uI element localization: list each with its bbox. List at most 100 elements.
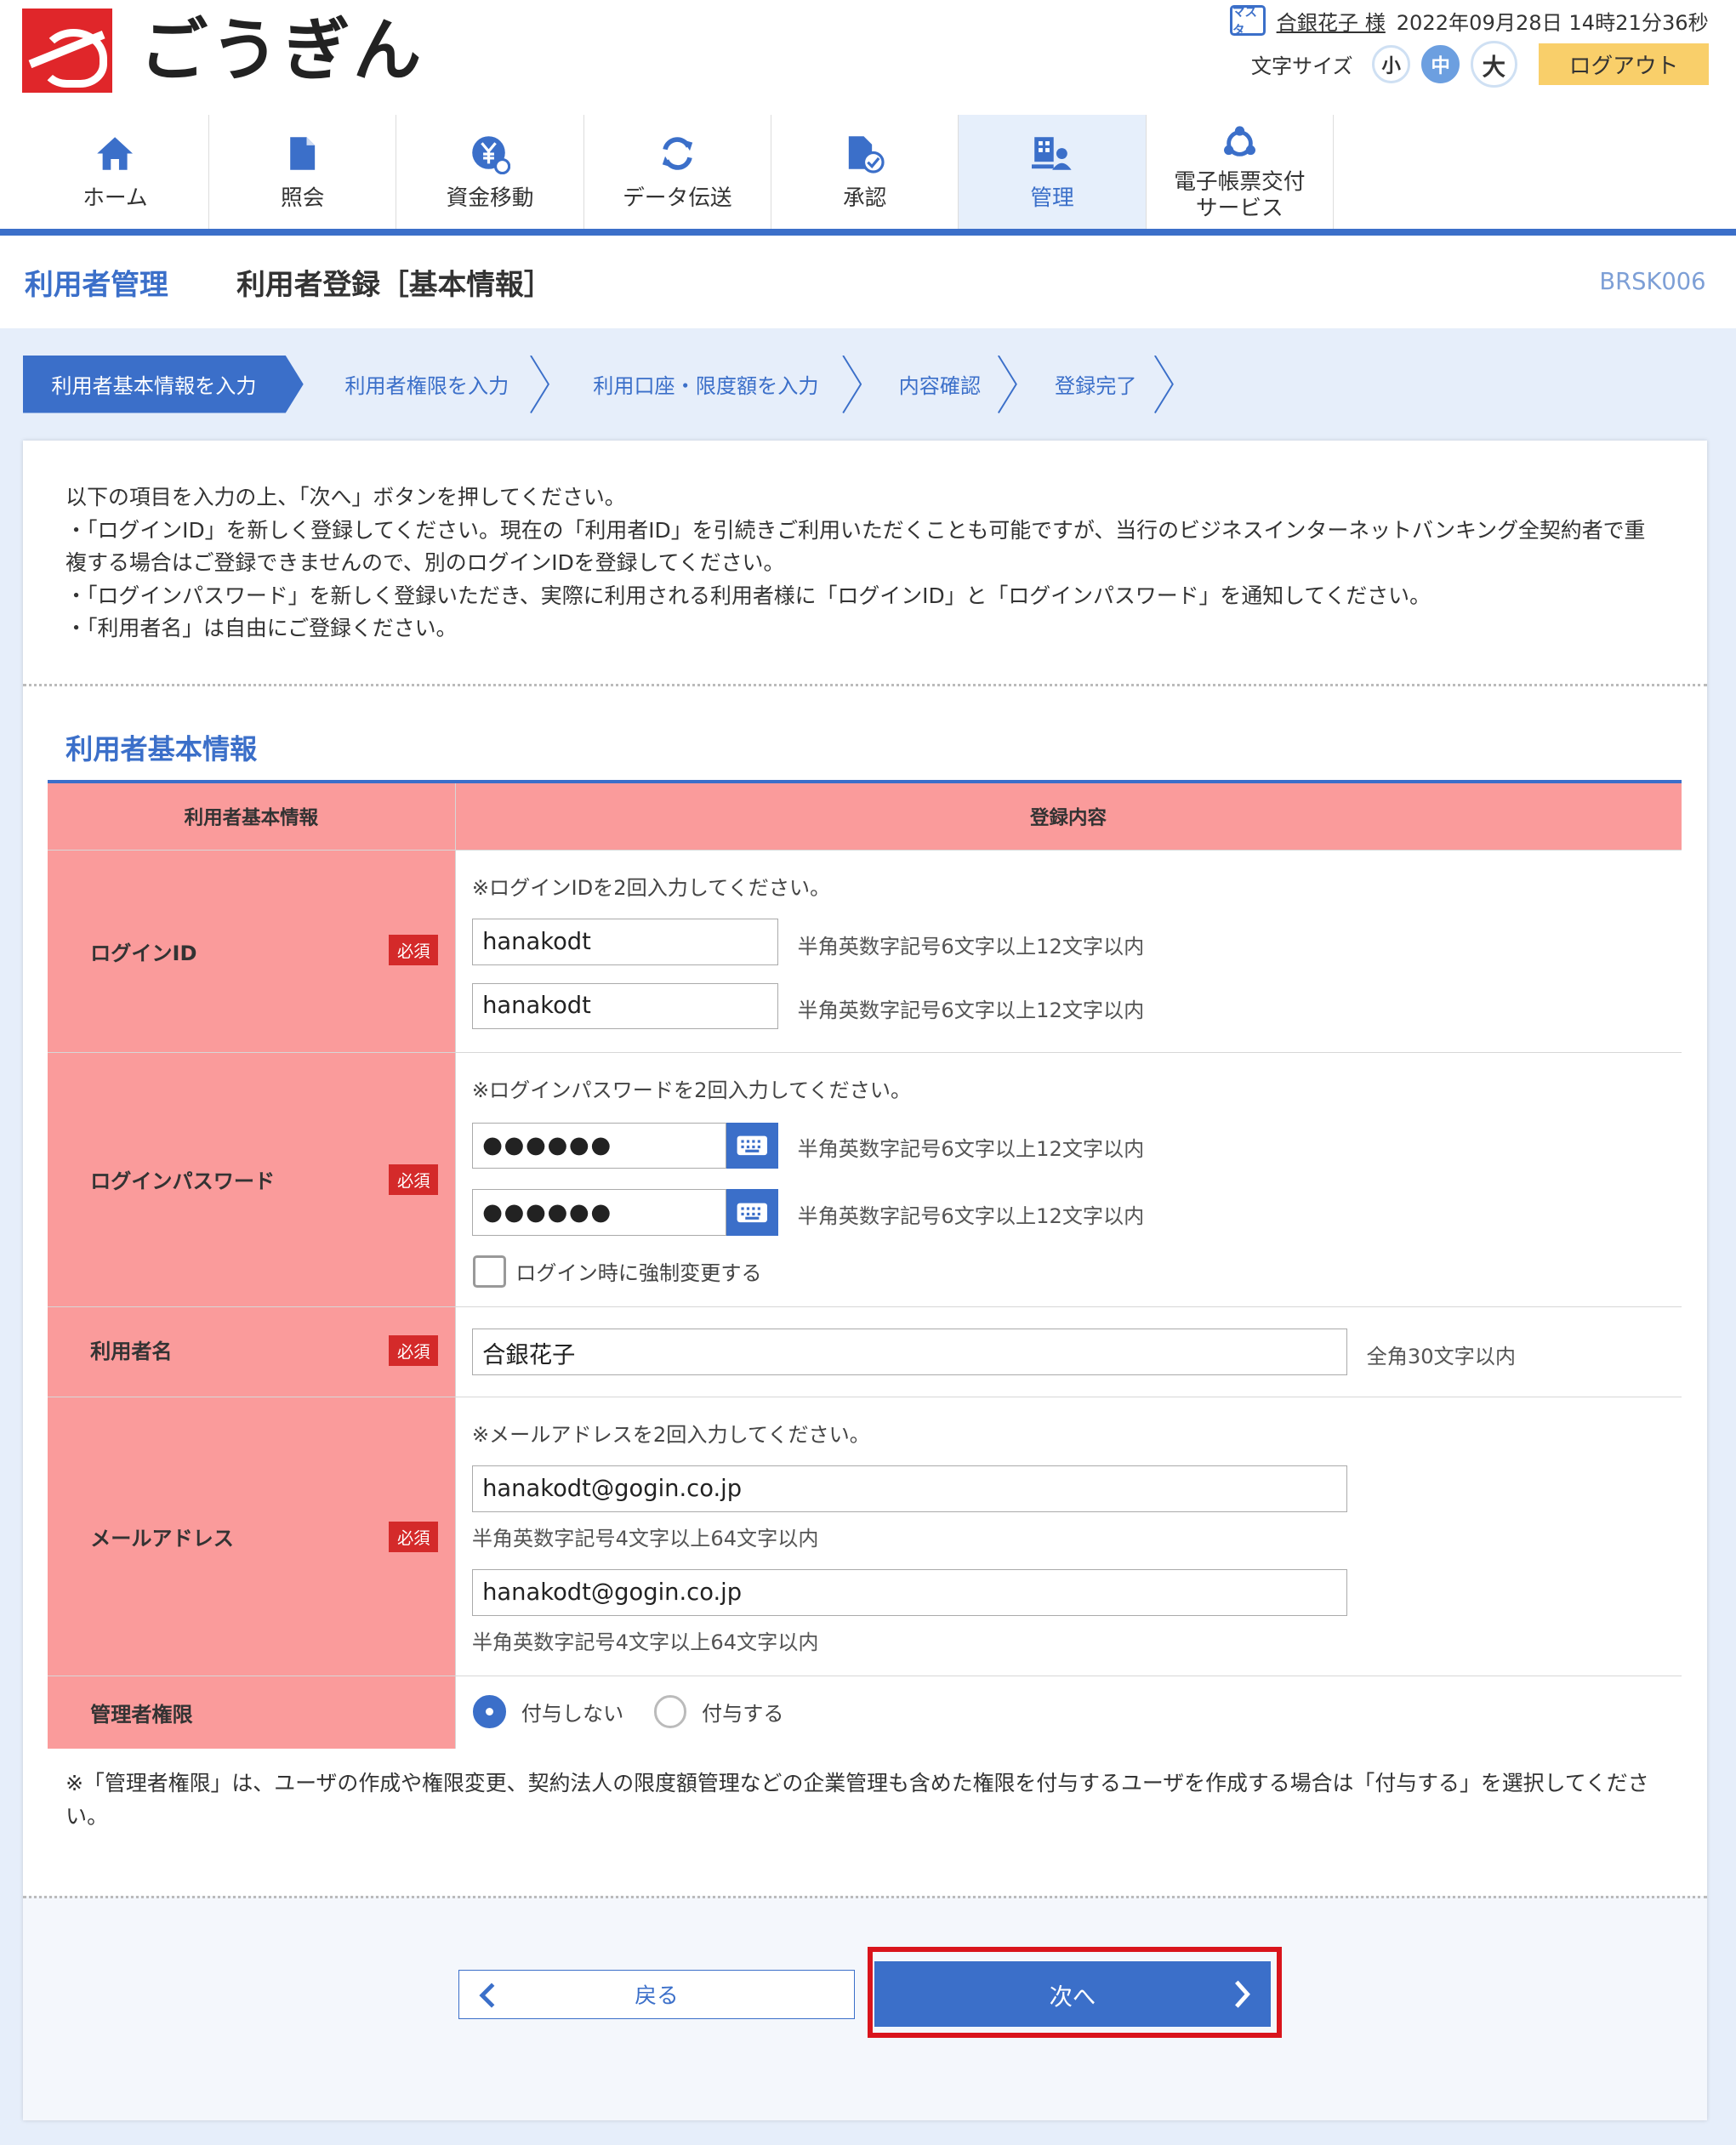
document-check-icon [845, 134, 885, 174]
nav-inquiry[interactable]: 照会 [209, 115, 397, 230]
user-name-link[interactable]: 合銀花子 様 [1277, 6, 1386, 36]
step-label: 利用者基本情報を入力 [51, 374, 257, 399]
keyboard-icon [737, 1135, 768, 1156]
field-label: 管理者権限 [48, 1676, 456, 1750]
nav-data-transmission[interactable]: データ伝送 [584, 115, 772, 230]
nav-fund-transfer[interactable]: 資金移動 [396, 115, 584, 230]
instruction-line: ・「利用者名」は自由にご登録ください。 [65, 616, 458, 641]
password-label: ログインパスワード [90, 1169, 276, 1194]
password-cell: ※ログインパスワードを2回入力してください。 ●●●●●● 半角英数字記号6文字… [456, 1053, 1682, 1306]
password-hint: 半角英数字記号6文字以上12文字以内 [797, 1136, 1145, 1161]
main-nav: ホーム 照会 資金移動 データ伝送 承認 管理 電子帳票交付 サービス [22, 115, 1736, 230]
instruction-line: ・「ログインID」を新しく登録してください。現在の「利用者ID」を引続きご利用い… [65, 517, 1646, 576]
document-icon [282, 134, 323, 174]
step-1-active: 利用者基本情報を入力 [23, 356, 305, 413]
table-header-left: 利用者基本情報 [48, 782, 456, 850]
nav-e-document-service[interactable]: 電子帳票交付 サービス [1147, 115, 1335, 230]
font-size-small-button[interactable]: 小 [1372, 45, 1411, 84]
nav-label-line1: 電子帳票交付 [1174, 169, 1306, 196]
software-keyboard-button[interactable] [726, 1189, 779, 1237]
login-id-confirm-input[interactable]: hanakodt [471, 982, 779, 1030]
page-title: 利用者登録［基本情報］ [236, 267, 553, 301]
nav-home[interactable]: ホーム [22, 115, 210, 230]
next-button-label: 次へ [1049, 1983, 1096, 2011]
admin-permission-row: 管理者権限 付与しない 付与する [48, 1676, 1682, 1750]
back-button-label: 戻る [635, 1983, 679, 2010]
user-name-cell: 合銀花子 全角30文字以内 [456, 1307, 1682, 1397]
nav-label: ホーム [83, 185, 148, 211]
font-size-label: 文字サイズ [1250, 54, 1353, 79]
admin-yes-radio[interactable] [653, 1695, 687, 1728]
login-id-note: ※ログインIDを2回入力してください。 [471, 875, 831, 900]
login-datetime: 2022年09月28日 14時21分36秒 [1396, 10, 1709, 35]
required-badge: 必須 [389, 1522, 439, 1552]
password-row: ログインパスワード 必須 ※ログインパスワードを2回入力してください。 ●●●●… [48, 1052, 1682, 1307]
form-section-title: 利用者基本情報 [65, 732, 258, 765]
force-change-checkbox[interactable] [473, 1255, 507, 1289]
chevron-left-icon [478, 1982, 498, 2015]
field-label: 利用者名 必須 [48, 1306, 456, 1397]
app-root: ごうぎん マスタ 合銀花子 様 2022年09月28日 14時21分36秒 文字… [0, 0, 1736, 2145]
login-id-label: ログインID [90, 941, 197, 965]
required-badge: 必須 [389, 1164, 439, 1195]
password-confirm-hint: 半角英数字記号6文字以上12文字以内 [797, 1203, 1145, 1228]
header: ごうぎん マスタ 合銀花子 様 2022年09月28日 14時21分36秒 文字… [0, 0, 1736, 115]
nav-management[interactable]: 管理 [959, 115, 1147, 230]
step-label: 登録完了 [1054, 374, 1137, 399]
home-icon [94, 134, 135, 174]
progress-steps: 利用者基本情報を入力 利用者権限を入力 利用口座・限度額を入力 内容確認 登録完… [23, 356, 1174, 413]
page-title-bar: 利用者管理 利用者登録［基本情報］ BRSK006 [0, 235, 1736, 328]
email-input[interactable]: hanakodt@gogin.co.jp [471, 1465, 1348, 1512]
nav-label: 電子帳票交付 サービス [1174, 169, 1305, 221]
field-label: ログインID 必須 [48, 850, 456, 1052]
user-name-input[interactable]: 合銀花子 [471, 1329, 1348, 1376]
instructions: 以下の項目を入力の上、「次へ」ボタンを押してください。 ・「ログインID」を新し… [65, 481, 1666, 646]
email-confirm-hint: 半角英数字記号4文字以上64文字以内 [471, 1630, 819, 1655]
email-row: メールアドレス 必須 ※メールアドレスを2回入力してください。 hanakodt… [48, 1397, 1682, 1676]
chevron-right-icon [1232, 1979, 1252, 2015]
required-badge: 必須 [389, 1335, 439, 1366]
user-name-hint: 全角30文字以内 [1366, 1345, 1516, 1369]
email-note: ※メールアドレスを2回入力してください。 [471, 1422, 870, 1447]
password-input[interactable]: ●●●●●● [471, 1122, 726, 1169]
divider [23, 684, 1708, 686]
screen-code: BRSK006 [1599, 268, 1706, 295]
admin-icon [1031, 134, 1073, 174]
table-header-row: 利用者基本情報 登録内容 [48, 782, 1682, 851]
password-note: ※ログインパスワードを2回入力してください。 [471, 1078, 912, 1102]
next-button[interactable]: 次へ [874, 1961, 1272, 2028]
email-confirm-input[interactable]: hanakodt@gogin.co.jp [471, 1569, 1348, 1617]
font-size-large-button[interactable]: 大 [1470, 41, 1517, 88]
admin-no-radio[interactable] [473, 1695, 507, 1728]
password-confirm-input[interactable]: ●●●●●● [471, 1189, 726, 1237]
step-5: 登録完了 [1018, 356, 1174, 413]
instruction-line: 以下の項目を入力の上、「次へ」ボタンを押してください。 [65, 485, 626, 510]
logout-button[interactable]: ログアウト [1539, 43, 1709, 85]
main-panel: 以下の項目を入力の上、「次へ」ボタンを押してください。 ・「ログインID」を新し… [23, 440, 1708, 2120]
keyboard-icon [737, 1203, 768, 1222]
yen-transfer-icon [470, 134, 511, 175]
back-button[interactable]: 戻る [458, 1969, 856, 2019]
nav-label: データ伝送 [623, 185, 732, 211]
login-id-input[interactable]: hanakodt [471, 918, 779, 965]
bank-logo[interactable]: ごうぎん [21, 8, 424, 94]
step-label: 利用口座・限度額を入力 [593, 374, 819, 399]
nav-approval[interactable]: 承認 [771, 115, 959, 230]
logo-text: ごうぎん [139, 10, 424, 91]
admin-permission-label: 管理者権限 [90, 1702, 193, 1727]
required-badge: 必須 [389, 935, 439, 965]
refresh-icon [657, 134, 697, 174]
nav-label: 照会 [280, 185, 325, 211]
step-3: 利用口座・限度額を入力 [550, 356, 862, 413]
nav-label: 管理 [1030, 185, 1074, 211]
nav-underline [0, 228, 1736, 236]
table-header-right: 登録内容 [455, 782, 1682, 850]
login-id-row: ログインID 必須 ※ログインIDを2回入力してください。 hanakodt 半… [48, 850, 1682, 1053]
user-info-form-table: 利用者基本情報 登録内容 ログインID 必須 ※ログインIDを2回入力してくださ… [48, 779, 1682, 1750]
button-area [23, 1896, 1708, 2120]
master-user-icon: マスタ [1229, 5, 1266, 37]
font-size-medium-button[interactable]: 中 [1421, 45, 1460, 84]
admin-permission-cell: 付与しない 付与する [456, 1676, 1682, 1749]
nav-label: 資金移動 [446, 185, 534, 211]
software-keyboard-button[interactable] [726, 1122, 779, 1169]
